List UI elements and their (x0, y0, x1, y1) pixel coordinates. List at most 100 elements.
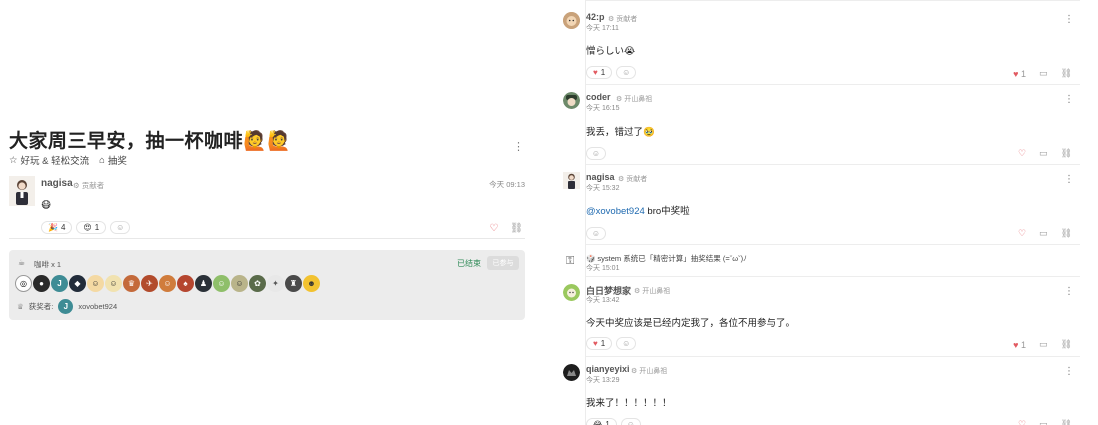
menu-icon[interactable]: ⋮ (1064, 14, 1074, 25)
reply-post: nagisa ⚙ 贡献者 今天 15:32 ⋮ @xovobet924 bro中… (560, 172, 1080, 242)
post-actions: ♥ 1 ▭ ⛓ (1013, 68, 1072, 79)
participant-avatar[interactable]: ✈ (141, 275, 158, 292)
heart-emoji-icon: ♥ (593, 68, 598, 77)
avatar[interactable] (563, 92, 580, 109)
post-body: 我来了！！！！！！ (586, 398, 672, 409)
heart-icon[interactable]: ♡ (1018, 148, 1026, 159)
link-icon[interactable]: ⛓ (1061, 339, 1072, 350)
like-button[interactable]: ♥ 1 (1013, 69, 1026, 79)
menu-icon[interactable]: ⋮ (1064, 366, 1074, 377)
participant-avatar[interactable]: J (51, 275, 68, 292)
author-name[interactable]: nagisa (41, 178, 73, 189)
reply-icon[interactable]: ▭ (1039, 339, 1048, 350)
post-time[interactable]: 今天 16:15 (586, 103, 619, 113)
menu-icon[interactable]: ⋮ (1064, 174, 1074, 185)
tag-label: 抽奖 (107, 156, 127, 167)
post-time[interactable]: 今天 15:32 (586, 183, 619, 193)
add-reaction-button[interactable]: ☺ (586, 227, 606, 240)
add-reaction-button[interactable]: ☺ (616, 337, 637, 350)
avatar[interactable] (563, 172, 580, 189)
avatar[interactable] (563, 12, 580, 29)
reaction-tada[interactable]: 🎉 4 (41, 221, 73, 234)
participant-avatar[interactable]: ♟ (195, 275, 212, 292)
participant-avatar[interactable]: ♛ (123, 275, 140, 292)
replies-column: 42:p ⚙ 贡献者 今天 17:11 ⋮ 憎らしい😭 ♥ 1 ☺ ♥ 1 ▭ … (560, 0, 1085, 425)
winner-name[interactable]: xovobet924 (78, 302, 117, 311)
post-actions: ♥ 1 ▭ ⛓ (1013, 339, 1072, 350)
author-name[interactable]: coder (586, 92, 611, 102)
giveaway-box: ☕ 咖啡 x 1 已结束 已参与 ◎ ● J ◆ ☺ ☺ ♛ ✈ ☺ ♠ ♟ ☺ ☺ ✿ ✦ ♜ ☻ ♕ 获奖者… (9, 250, 525, 320)
winner-label: 获奖者: (28, 302, 54, 311)
reaction-heart[interactable]: ♥ 1 (586, 337, 613, 350)
heart-emoji-icon: ♥ (593, 339, 598, 348)
join-button[interactable]: 已参与 (487, 256, 519, 270)
add-reaction-button[interactable]: ☺ (586, 147, 606, 160)
user-mention[interactable]: @xovobet924 (586, 206, 645, 217)
tag-category[interactable]: ☆ 好玩 & 轻松交流 (9, 153, 89, 168)
link-icon[interactable]: ⛓ (1061, 148, 1072, 159)
like-count: 1 (1021, 68, 1027, 79)
reply-icon[interactable]: ▭ (1039, 228, 1048, 239)
joy-emoji-icon: 😂 (593, 420, 603, 425)
divider (586, 244, 1080, 245)
post-body: 😷 (41, 200, 52, 211)
participant-avatar[interactable]: ☺ (87, 275, 104, 292)
participant-avatar[interactable]: ☻ (303, 275, 320, 292)
post-time[interactable]: 今天 13:29 (586, 375, 619, 385)
divider (586, 84, 1080, 85)
reply-post: coder ⚙ 开山鼻祖 今天 16:15 ⋮ 我丢，错过了🥹 ☺ ♡ ▭ ⛓ (560, 92, 1080, 162)
winner-row: ♕ 获奖者: J xovobet924 (17, 299, 117, 314)
avatar-face-icon (563, 92, 580, 109)
reply-icon[interactable]: ▭ (1039, 68, 1048, 79)
add-reaction-button[interactable]: ☺ (620, 418, 641, 425)
participant-avatar[interactable]: ☺ (105, 275, 122, 292)
reply-icon[interactable]: ▭ (1039, 419, 1048, 425)
link-icon[interactable]: ⛓ (1061, 68, 1072, 79)
post-time[interactable]: 今天 17:11 (586, 23, 619, 33)
add-reaction-button[interactable]: ☺ (110, 221, 131, 234)
divider (586, 276, 1080, 277)
coffee-icon: ☕ (18, 258, 26, 267)
link-icon[interactable]: ⛓ (510, 223, 523, 234)
participant-avatar[interactable]: ☺ (159, 275, 176, 292)
reply-post: qianyeyixi ⚙ 开山鼻祖 今天 13:29 ⋮ 我来了！！！！！！ 😂… (560, 364, 1080, 425)
participant-avatar[interactable]: ✿ (249, 275, 266, 292)
author-role: ⚙ 开山鼻祖 (616, 96, 653, 103)
link-icon[interactable]: ⛓ (1061, 228, 1072, 239)
winner-avatar[interactable]: J (58, 299, 74, 314)
post-actions: ♡ ⛓ (489, 223, 523, 234)
author-name[interactable]: qianyeyixi (586, 364, 630, 374)
reply-icon[interactable]: ▭ (1039, 148, 1048, 159)
participant-avatar[interactable]: ◎ (15, 275, 32, 292)
link-icon[interactable]: ⛓ (1061, 419, 1072, 425)
participant-avatar[interactable]: ☺ (213, 275, 230, 292)
participant-avatar[interactable]: ● (33, 275, 50, 292)
heart-icon[interactable]: ♡ (489, 223, 498, 234)
reaction-heart-eyes[interactable]: 😍 1 (76, 221, 107, 234)
reaction-joy[interactable]: 😂 1 (586, 418, 617, 425)
menu-icon[interactable]: ⋮ (1064, 286, 1074, 297)
reaction-heart[interactable]: ♥ 1 (586, 66, 613, 79)
post-time[interactable]: 今天 15:01 (586, 263, 619, 273)
topic-menu-icon[interactable]: ⋮ (513, 140, 524, 153)
author-name[interactable]: nagisa (586, 172, 615, 182)
participant-list: ◎ ● J ◆ ☺ ☺ ♛ ✈ ☺ ♠ ♟ ☺ ☺ ✿ ✦ ♜ ☻ (15, 275, 320, 292)
participant-avatar[interactable]: ♠ (177, 275, 194, 292)
author-name[interactable]: 42:p (586, 12, 605, 22)
participant-avatar[interactable]: ◆ (69, 275, 86, 292)
tag-lottery[interactable]: ⌂ 抽奖 (99, 153, 127, 168)
reactions: ☺ (586, 147, 606, 160)
avatar[interactable] (563, 284, 580, 301)
avatar[interactable] (9, 176, 35, 206)
menu-icon[interactable]: ⋮ (1064, 94, 1074, 105)
post-time[interactable]: 今天 13:42 (586, 295, 619, 305)
post-time[interactable]: 今天 09:13 (489, 179, 525, 190)
heart-icon[interactable]: ♡ (1018, 419, 1026, 425)
participant-avatar[interactable]: ☺ (231, 275, 248, 292)
like-button[interactable]: ♥ 1 (1013, 340, 1026, 350)
add-reaction-button[interactable]: ☺ (616, 66, 637, 79)
heart-icon[interactable]: ♡ (1018, 228, 1026, 239)
participant-avatar[interactable]: ♜ (285, 275, 302, 292)
participant-avatar[interactable]: ✦ (267, 275, 284, 292)
avatar[interactable] (563, 364, 580, 381)
